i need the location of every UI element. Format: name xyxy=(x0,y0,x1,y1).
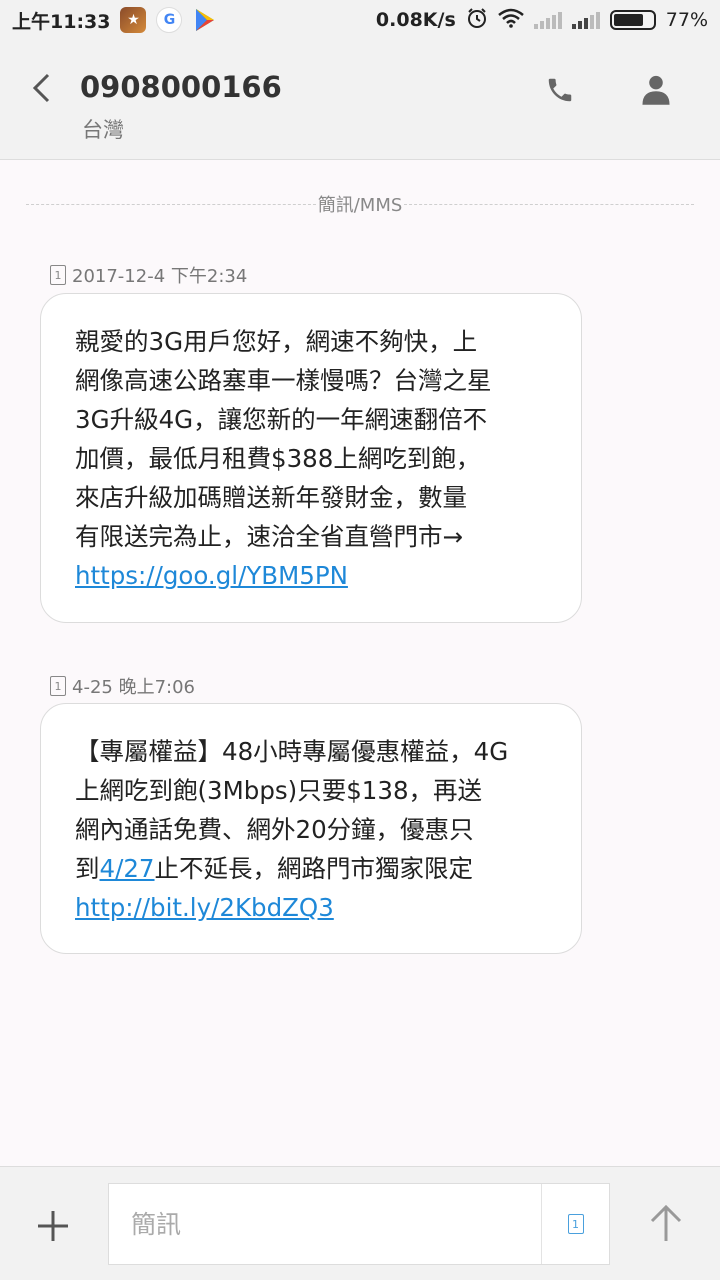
sim-card-icon: 1 xyxy=(50,676,66,696)
status-right: 0.08K/s 77% xyxy=(376,7,708,34)
message-timestamp: 2017-12-4 下午2:34 xyxy=(72,266,248,287)
sim-card-icon: 1 xyxy=(50,265,66,285)
signal-1-icon xyxy=(533,11,562,29)
message-input-box: 1 xyxy=(108,1183,610,1265)
message-timestamp: 4-25 晚上7:06 xyxy=(72,677,195,698)
game-app-icon: ★ xyxy=(120,7,147,33)
sim-card-icon: 1 xyxy=(567,1214,584,1234)
message-link[interactable]: https://goo.gl/YBM5PN xyxy=(75,561,348,590)
phone-icon xyxy=(548,78,572,102)
contact-button[interactable] xyxy=(634,68,678,112)
message-bubble[interactable]: 親愛的3G用戶您好，網速不夠快，上 網像高速公路塞車一樣慢嗎？台灣之星 3G升級… xyxy=(40,293,582,623)
attach-button[interactable] xyxy=(30,1203,76,1249)
wifi-icon xyxy=(497,8,524,33)
chevron-left-icon xyxy=(32,73,50,103)
alarm-icon xyxy=(466,7,488,34)
back-button[interactable] xyxy=(22,68,62,108)
composer-bar: 1 xyxy=(0,1166,720,1280)
divider-label: 簡訊/MMS xyxy=(317,195,403,216)
battery-fill xyxy=(613,14,643,26)
status-left: 上午11:33 ★ G xyxy=(12,7,218,34)
status-time: 上午11:33 xyxy=(12,10,111,33)
sim-select-button[interactable]: 1 xyxy=(541,1184,609,1264)
date-link[interactable]: 4/27 xyxy=(100,854,155,883)
arrow-up-icon xyxy=(650,1204,682,1241)
message-bubble[interactable]: 【專屬權益】48小時專屬優惠權益，4G 上網吃到飽(3Mbps)只要$138，再… xyxy=(40,703,582,954)
contact-region: 台灣 xyxy=(82,118,124,142)
message-meta: 1 4-25 晚上7:06 xyxy=(50,673,195,699)
play-store-icon xyxy=(192,7,218,33)
message-link[interactable]: http://bit.ly/2KbdZQ3 xyxy=(75,893,334,922)
conversation-header: 0908000166 台灣 xyxy=(0,40,720,160)
message-text: 止不延長，網路門市獨家限定 xyxy=(154,854,474,883)
call-button[interactable] xyxy=(538,68,582,112)
battery-icon xyxy=(609,10,656,30)
message-input[interactable] xyxy=(109,1184,541,1264)
contact-number: 0908000166 xyxy=(80,70,282,104)
network-speed: 0.08K/s xyxy=(375,9,456,31)
google-icon: G xyxy=(156,7,183,33)
send-button[interactable] xyxy=(640,1197,692,1249)
message-type-divider: 簡訊/MMS xyxy=(26,192,694,216)
person-icon xyxy=(642,75,670,105)
signal-2-icon xyxy=(571,11,600,29)
plus-icon xyxy=(38,1211,68,1241)
message-meta: 1 2017-12-4 下午2:34 xyxy=(50,262,247,288)
message-text: 親愛的3G用戶您好，網速不夠快，上 網像高速公路塞車一樣慢嗎？台灣之星 3G升級… xyxy=(75,327,492,551)
status-bar: 上午11:33 ★ G 0.08K/s 77% xyxy=(0,0,720,40)
battery-percent: 77% xyxy=(665,9,708,31)
